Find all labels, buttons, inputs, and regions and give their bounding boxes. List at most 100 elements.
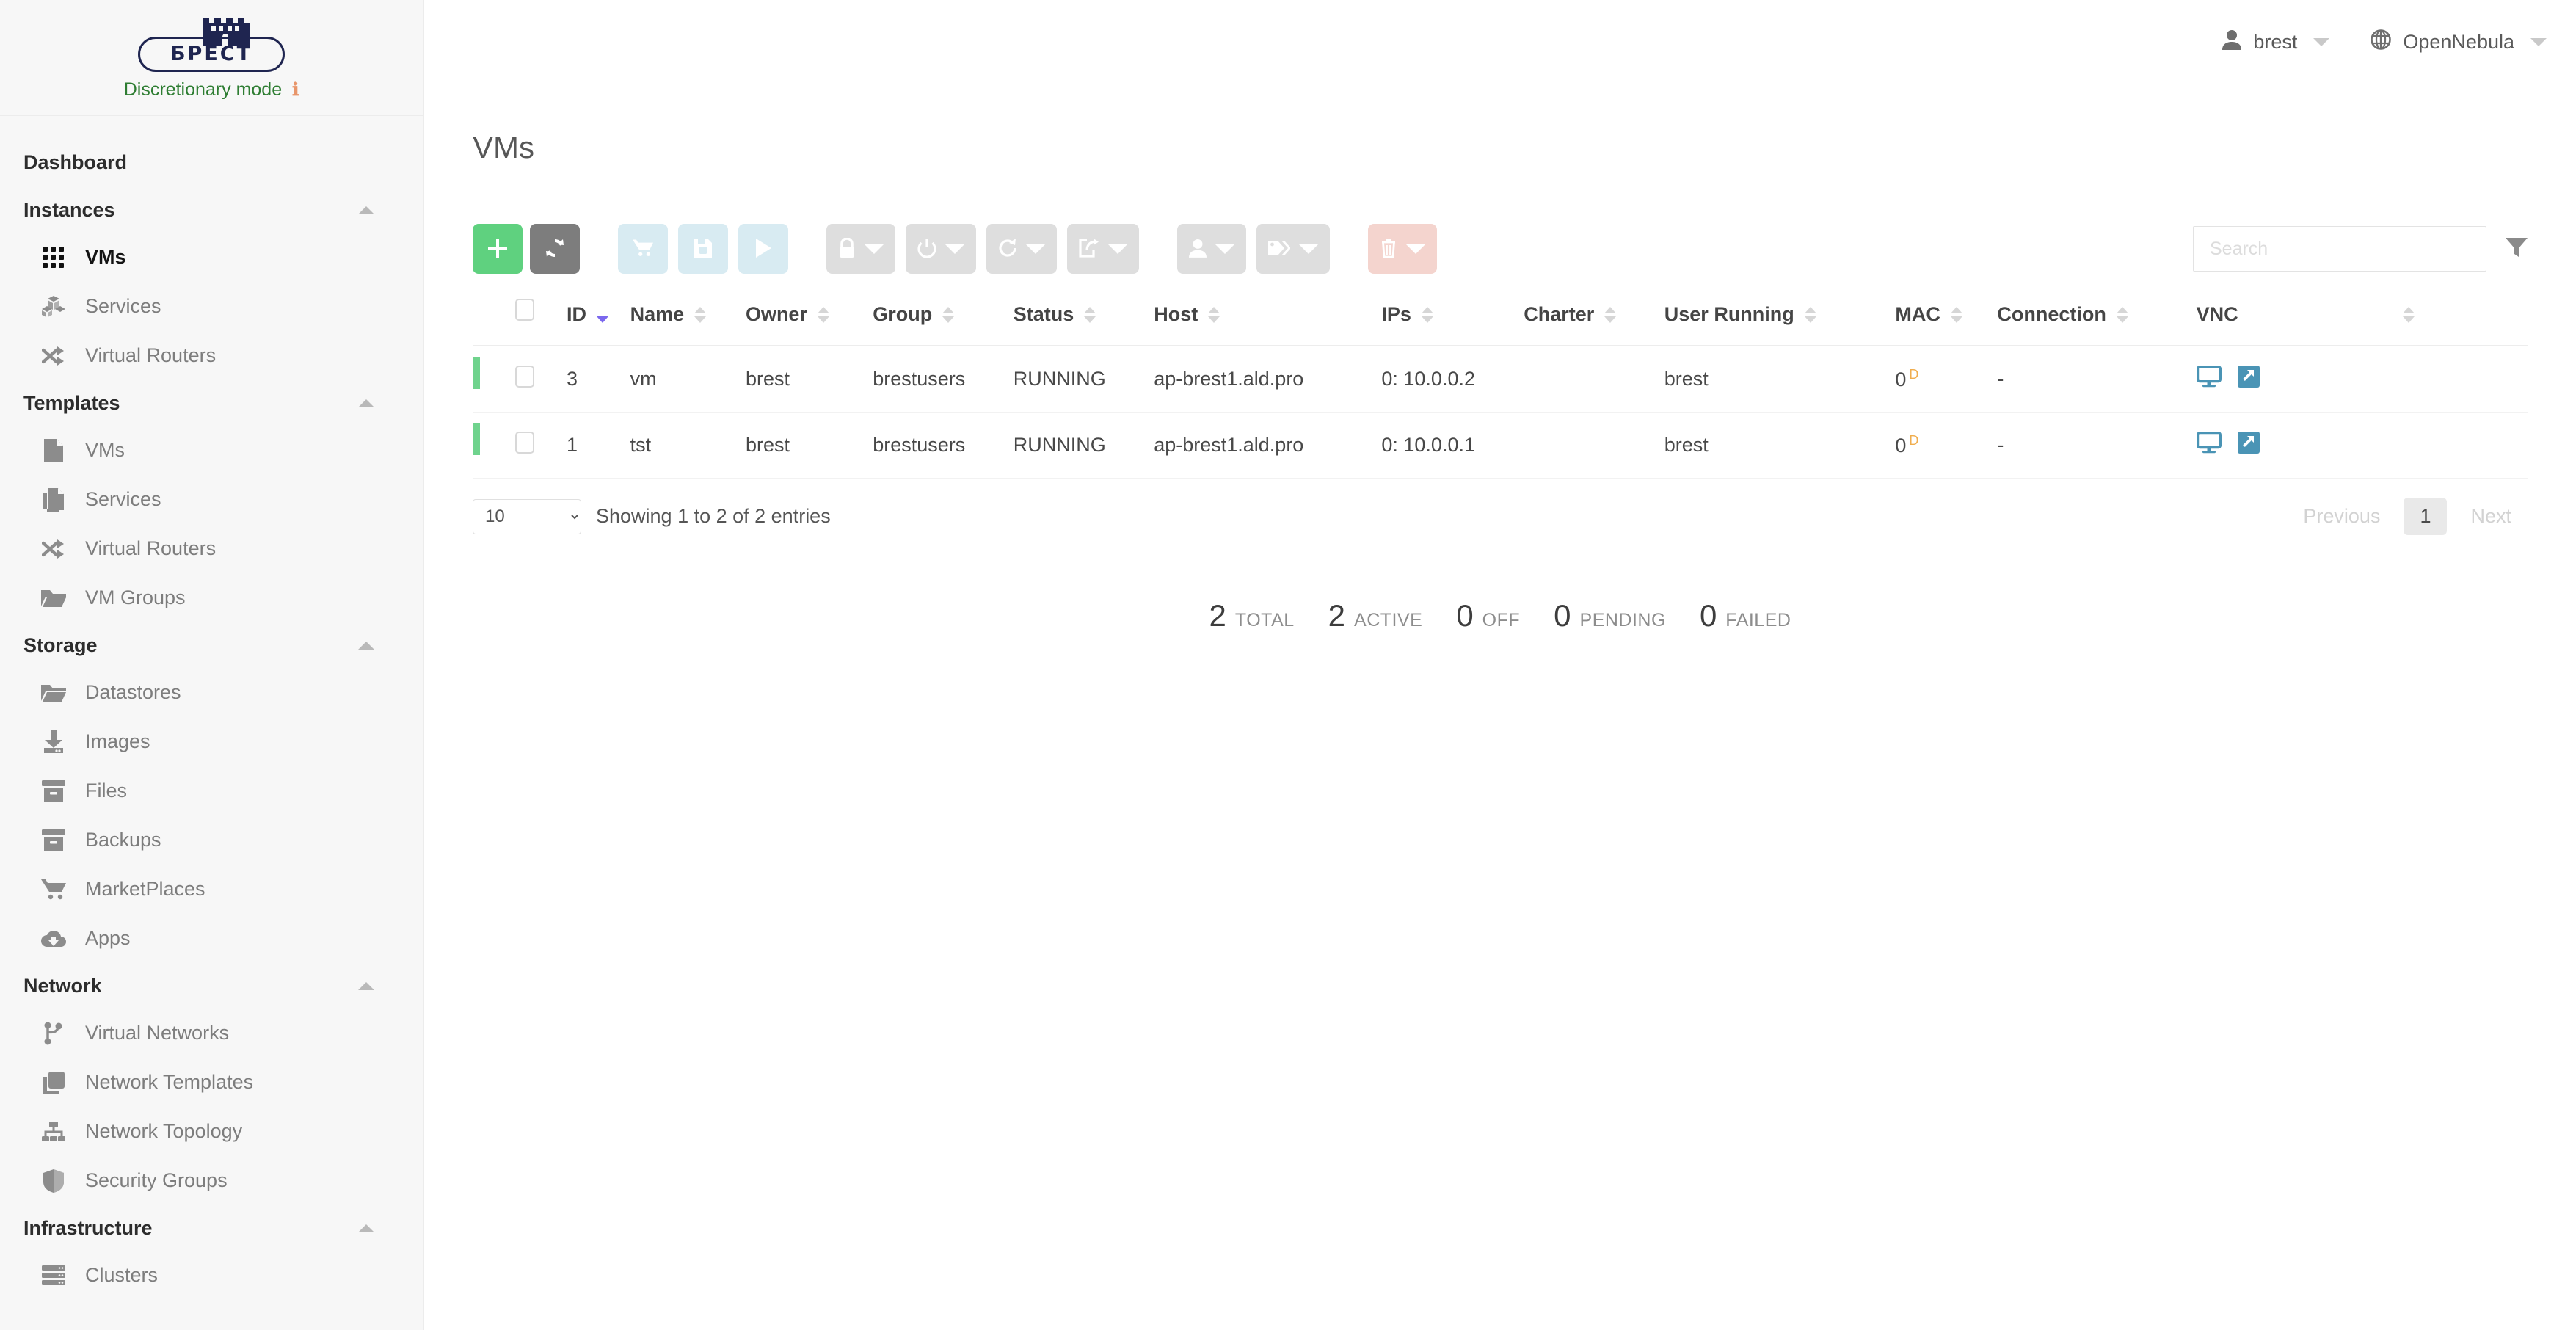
pagination-previous[interactable]: Previous [2287, 498, 2396, 535]
sort-indicator[interactable] [597, 307, 608, 323]
ownership-button[interactable] [1177, 224, 1246, 275]
sort-indicator[interactable] [2116, 306, 2128, 323]
resume-button[interactable] [738, 224, 788, 275]
page-length-select[interactable]: 10 25 50 100 [473, 498, 581, 534]
sidebar-section-instances[interactable]: Instances [0, 187, 423, 233]
sidebar-item-marketplaces[interactable]: MarketPlaces [0, 865, 423, 914]
sort-indicator[interactable] [1604, 306, 1617, 323]
sort-indicator[interactable] [694, 306, 707, 323]
sort-indicator[interactable] [1208, 306, 1220, 323]
delete-button[interactable] [1368, 224, 1437, 275]
sidebar-item-services[interactable]: Services [0, 282, 423, 331]
select-all-checkbox[interactable] [515, 299, 534, 321]
info-icon[interactable]: ℹ [292, 79, 299, 101]
col-name[interactable]: Name [630, 299, 746, 347]
sidebar-item-apps[interactable]: Apps [0, 914, 423, 963]
migrate-button[interactable] [1067, 224, 1139, 275]
col-user-running[interactable]: User Running [1664, 299, 1896, 347]
sort-indicator[interactable] [817, 306, 829, 323]
chevron-down-icon[interactable] [1215, 244, 1234, 254]
sidebar-item-images[interactable]: Images [0, 717, 423, 766]
deploy-button[interactable] [618, 224, 668, 275]
col-label: User Running [1664, 303, 1794, 326]
labels-button[interactable] [1256, 224, 1330, 275]
copy-icon [41, 487, 66, 512]
chevron-up-icon[interactable] [358, 399, 374, 407]
col-charter[interactable]: Charter [1524, 299, 1664, 347]
chevron-up-icon[interactable] [358, 981, 374, 990]
chevron-down-icon[interactable] [865, 244, 884, 254]
chevron-down-icon[interactable] [1108, 244, 1127, 254]
sort-indicator[interactable] [2402, 306, 2415, 323]
sort-indicator[interactable] [1084, 306, 1096, 323]
chevron-down-icon[interactable] [2313, 37, 2330, 46]
sidebar-item-virtual-routers[interactable]: Virtual Routers [0, 331, 423, 380]
cell-id: 1 [567, 412, 630, 479]
sidebar-item-datastores[interactable]: Datastores [0, 668, 423, 717]
archive-icon [41, 828, 66, 853]
popup-expand-icon[interactable] [2237, 366, 2260, 393]
sidebar-section-storage[interactable]: Storage [0, 622, 423, 668]
col-ips[interactable]: IPs [1381, 299, 1524, 347]
chevron-down-icon[interactable] [945, 244, 964, 254]
sidebar-item-vms[interactable]: VMs [0, 233, 423, 282]
col-status[interactable]: Status [1013, 299, 1154, 347]
table-toolbar [473, 224, 2528, 275]
refresh-button[interactable] [530, 224, 580, 275]
col-group[interactable]: Group [873, 299, 1014, 347]
chevron-down-icon[interactable] [2530, 37, 2547, 46]
power-button[interactable] [906, 224, 976, 275]
row-checkbox[interactable] [515, 432, 534, 454]
sort-indicator[interactable] [1950, 306, 1962, 323]
chevron-down-icon[interactable] [1026, 244, 1045, 254]
shuffle-icon [41, 537, 66, 562]
filter-icon[interactable] [2506, 237, 2528, 261]
monitor-icon[interactable] [2196, 432, 2222, 459]
sort-indicator[interactable] [1804, 306, 1816, 323]
chevron-down-icon[interactable] [1299, 244, 1318, 254]
popup-expand-icon[interactable] [2237, 432, 2260, 459]
sidebar-section-templates[interactable]: Templates [0, 380, 423, 426]
sidebar-item-network-topology[interactable]: Network Topology [0, 1107, 423, 1156]
col-connection[interactable]: Connection [1997, 299, 2197, 347]
sidebar-item-files[interactable]: Files [0, 766, 423, 815]
sidebar-item-backups[interactable]: Backups [0, 815, 423, 865]
sidebar-item-template-virtual-routers[interactable]: Virtual Routers [0, 524, 423, 573]
save-button[interactable] [678, 224, 728, 275]
col-id[interactable]: ID [567, 299, 630, 347]
col-host[interactable]: Host [1154, 299, 1382, 347]
chevron-up-icon[interactable] [358, 206, 374, 214]
shield-icon [41, 1169, 66, 1193]
sidebar-item-clusters[interactable]: Clusters [0, 1251, 423, 1300]
reboot-button[interactable] [986, 224, 1057, 275]
sidebar-item-network-templates[interactable]: Network Templates [0, 1058, 423, 1107]
sidebar-section-infrastructure[interactable]: Infrastructure [0, 1205, 423, 1251]
search-input[interactable] [2193, 226, 2486, 272]
sidebar-item-virtual-networks[interactable]: Virtual Networks [0, 1009, 423, 1058]
sidebar-item-security-groups[interactable]: Security Groups [0, 1156, 423, 1205]
sidebar-item-template-services[interactable]: Services [0, 475, 423, 524]
pagination-page-1[interactable]: 1 [2404, 498, 2448, 536]
row-checkbox[interactable] [515, 366, 534, 388]
sidebar-item-template-vms[interactable]: VMs [0, 426, 423, 475]
sort-indicator[interactable] [1421, 306, 1433, 323]
create-vm-button[interactable] [473, 224, 523, 275]
chevron-up-icon[interactable] [358, 641, 374, 650]
user-menu[interactable]: brest [2222, 29, 2330, 55]
chevron-down-icon[interactable] [1406, 244, 1425, 254]
zone-menu[interactable]: OpenNebula [2371, 29, 2547, 55]
monitor-icon[interactable] [2196, 366, 2222, 393]
sidebar-item-vm-groups[interactable]: VM Groups [0, 573, 423, 622]
col-vnc[interactable]: VNC [2196, 299, 2528, 347]
mac-superscript: D [1909, 367, 1919, 382]
table-row[interactable]: 3 vm brest brestusers RUNNING ap-brest1.… [473, 346, 2528, 413]
pagination-next[interactable]: Next [2454, 498, 2528, 535]
col-owner[interactable]: Owner [745, 299, 873, 347]
table-row[interactable]: 1 tst brest brestusers RUNNING ap-brest1… [473, 412, 2528, 479]
lock-button[interactable] [826, 224, 895, 275]
chevron-up-icon[interactable] [358, 1224, 374, 1232]
col-mac[interactable]: MAC [1895, 299, 1998, 347]
sidebar-section-network[interactable]: Network [0, 963, 423, 1009]
sort-indicator[interactable] [942, 306, 955, 323]
sidebar-item-dashboard[interactable]: Dashboard [0, 138, 423, 187]
